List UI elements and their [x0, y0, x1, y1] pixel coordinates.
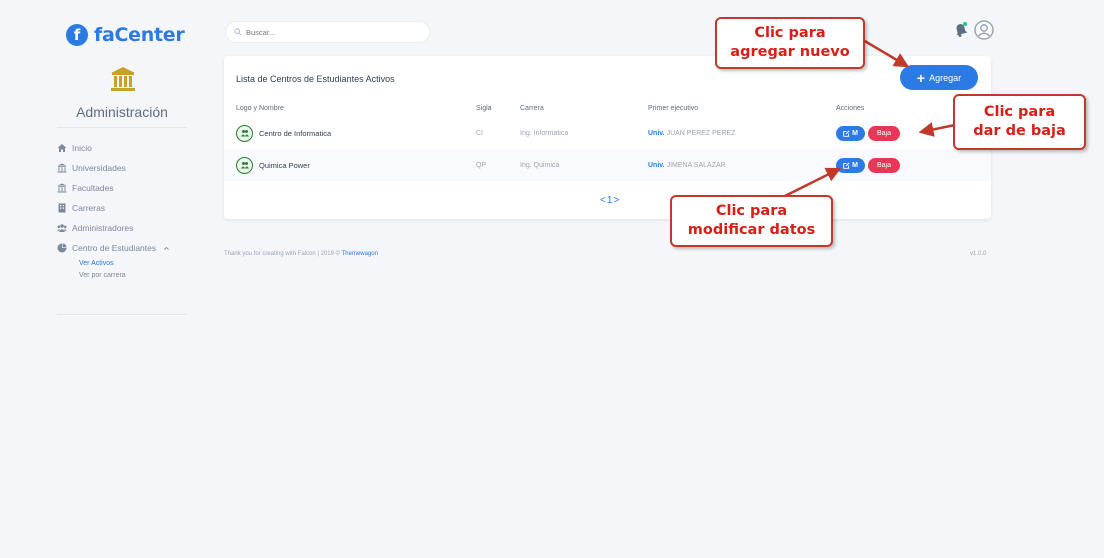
callout-add: Clic para agregar nuevo — [715, 17, 865, 69]
sidebar-subitem-ver-activos[interactable]: Ver Activos — [57, 258, 197, 270]
sidebar-nav: Inicio Universidades Facultades Carreras… — [57, 138, 197, 282]
column-header: Sigla — [476, 105, 492, 112]
table-row: Quimica Power QP Ing. Quimica Univ. JIME… — [224, 149, 991, 181]
actions-cell: M Baja — [836, 149, 991, 181]
notification-button[interactable] — [954, 22, 968, 38]
logo-avatar — [236, 124, 253, 142]
modify-button[interactable]: M — [836, 157, 865, 173]
exec-prefix: Univ. — [648, 161, 665, 169]
group-logo-icon — [240, 130, 249, 137]
institution-icon — [111, 67, 135, 91]
callout-line: dar de baja — [973, 123, 1066, 139]
sigla-cell: CI — [476, 129, 483, 137]
sidebar-item-label: Centro de Estudiantes — [72, 243, 157, 253]
search-icon — [234, 28, 242, 36]
column-header: Carrera — [520, 105, 544, 112]
sidebar-item-centro-estudiantes[interactable]: Centro de Estudiantes — [57, 238, 197, 258]
plus-icon: + — [916, 69, 926, 86]
pie-chart-icon — [57, 243, 67, 253]
sidebar-item-administradores[interactable]: Administradores — [57, 218, 197, 238]
name-cell: Quimica Power — [224, 149, 476, 181]
footer-credit: Thank you for creating with Falcon | 201… — [224, 251, 342, 257]
callout-line: modificar datos — [687, 222, 816, 238]
university-icon — [57, 163, 67, 173]
sidebar-item-label: Facultades — [72, 183, 114, 193]
add-button-label: Agregar — [929, 72, 962, 83]
delete-button[interactable]: Baja — [868, 125, 900, 141]
carrera-cell: Ing. Quimica — [520, 149, 648, 181]
edit-icon — [843, 129, 850, 137]
sidebar-item-label: Administradores — [72, 223, 134, 233]
delete-button[interactable]: Baja — [868, 157, 900, 173]
sidebar-item-label: Universidades — [72, 163, 126, 173]
sidebar-item-facultades[interactable]: Facultades — [57, 178, 197, 198]
callout-line: Clic para — [715, 203, 788, 219]
logo-avatar — [236, 156, 253, 174]
card-title: Lista de Centros de Estudiantes Activos — [236, 74, 395, 84]
chevron-up-icon — [164, 246, 170, 250]
centro-name: Quimica Power — [259, 160, 310, 170]
sidebar-item-label: Carreras — [72, 203, 106, 213]
footer-link[interactable]: Themewagon — [342, 251, 378, 257]
search-input[interactable] — [246, 27, 416, 37]
add-button[interactable]: + Agregar — [900, 65, 978, 90]
top-nav-icons — [954, 20, 994, 40]
sidebar-item-label: Inicio — [72, 143, 92, 153]
sigla-cell: QP — [476, 149, 520, 181]
column-header: Logo y Nombre — [236, 105, 284, 112]
university-icon — [57, 183, 67, 193]
divider — [57, 314, 187, 315]
exec-cell: Univ. JUAN PEREZ PEREZ — [648, 117, 836, 149]
logo-icon: f — [66, 24, 88, 46]
sidebar-subitem-ver-por-carrera[interactable]: Ver por carrera — [57, 270, 197, 282]
name-cell: Centro de Informatica — [224, 117, 476, 149]
carrera-cell: Ing. Informatica — [520, 129, 569, 137]
centros-card: Lista de Centros de Estudiantes Activos … — [224, 56, 991, 219]
exec-cell: Univ. JIMENA SALAZAR — [648, 149, 836, 181]
callout-line: Clic para — [754, 25, 826, 41]
notification-dot — [963, 22, 967, 26]
table-row: Centro de Informatica CI Ing. Informatic… — [224, 117, 991, 149]
modify-button-label: M — [852, 129, 858, 137]
sidebar-item-inicio[interactable]: Inicio — [57, 138, 197, 158]
exec-name: JIMENA SALAZAR — [666, 161, 726, 169]
edit-icon — [843, 161, 850, 169]
modify-button[interactable]: M — [836, 125, 865, 141]
brand-name: faCenter — [94, 24, 185, 46]
sidebar-item-universidades[interactable]: Universidades — [57, 158, 197, 178]
table-header-row: Logo y Nombre Sigla Carrera Primer ejecu… — [224, 100, 991, 117]
users-icon — [57, 224, 67, 232]
exec-prefix: Univ. — [648, 129, 665, 137]
column-header: Primer ejecutivo — [648, 105, 699, 112]
exec-name: JUAN PEREZ PEREZ — [666, 129, 736, 137]
building-icon — [58, 203, 66, 213]
group-logo-icon — [240, 162, 249, 169]
callout-modify: Clic para modificar datos — [670, 195, 833, 247]
search-box — [225, 21, 430, 43]
sidebar-item-carreras[interactable]: Carreras — [57, 198, 197, 218]
callout-line: Clic para — [983, 104, 1056, 120]
avatar[interactable] — [974, 20, 994, 40]
pagination[interactable]: <1> — [600, 195, 620, 206]
callout-line: agregar nuevo — [730, 44, 850, 60]
brand-logo[interactable]: f faCenter — [66, 24, 185, 46]
sidebar-title: Administración — [76, 104, 168, 120]
divider — [57, 127, 187, 128]
callout-delete: Clic para dar de baja — [953, 94, 1086, 150]
modify-button-label: M — [852, 161, 858, 169]
centro-name: Centro de Informatica — [259, 128, 332, 138]
centros-table: Logo y Nombre Sigla Carrera Primer ejecu… — [224, 100, 991, 181]
version-label: v1.0.0 — [970, 251, 987, 257]
footer-text: Thank you for creating with Falcon | 201… — [224, 251, 378, 257]
home-icon — [57, 144, 67, 152]
